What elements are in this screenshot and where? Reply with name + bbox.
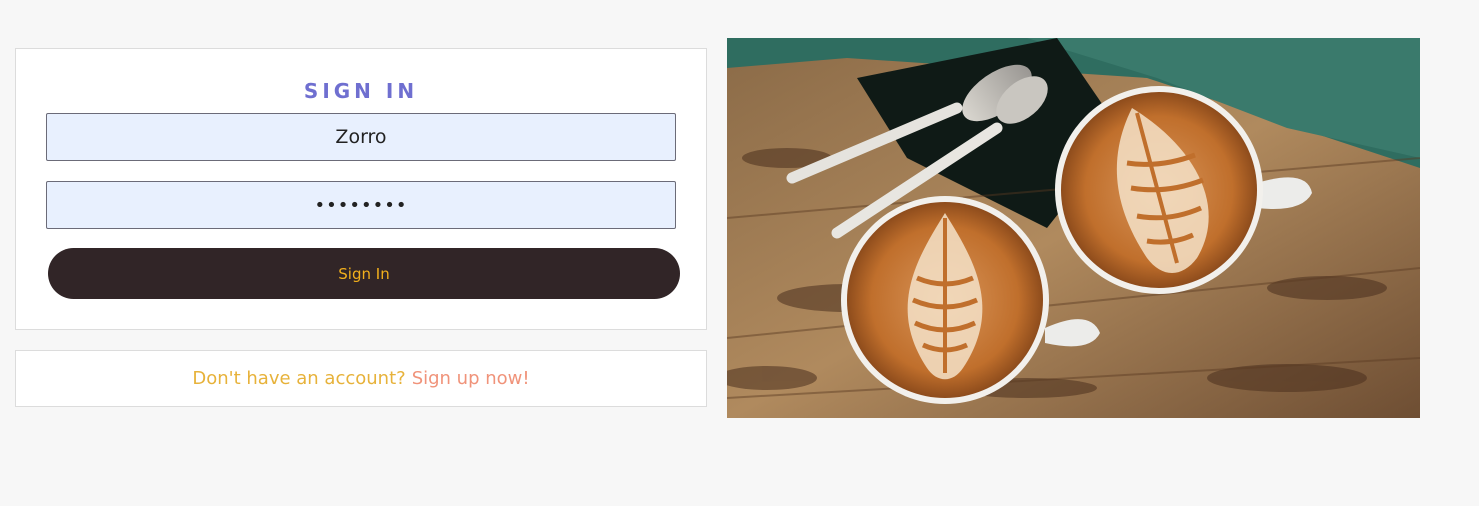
- login-title: SIGN IN: [303, 79, 419, 103]
- signup-prompt-box: Don't have an account? Sign up now!: [15, 350, 707, 407]
- username-field[interactable]: [46, 113, 676, 161]
- coffee-photo: [727, 38, 1420, 418]
- signup-link[interactable]: Sign up now!: [412, 368, 530, 389]
- signup-prompt-text: Don't have an account?: [192, 368, 406, 389]
- password-field[interactable]: [46, 181, 676, 229]
- login-form: SIGN IN Sign In: [15, 48, 707, 330]
- sign-in-button[interactable]: Sign In: [48, 248, 680, 299]
